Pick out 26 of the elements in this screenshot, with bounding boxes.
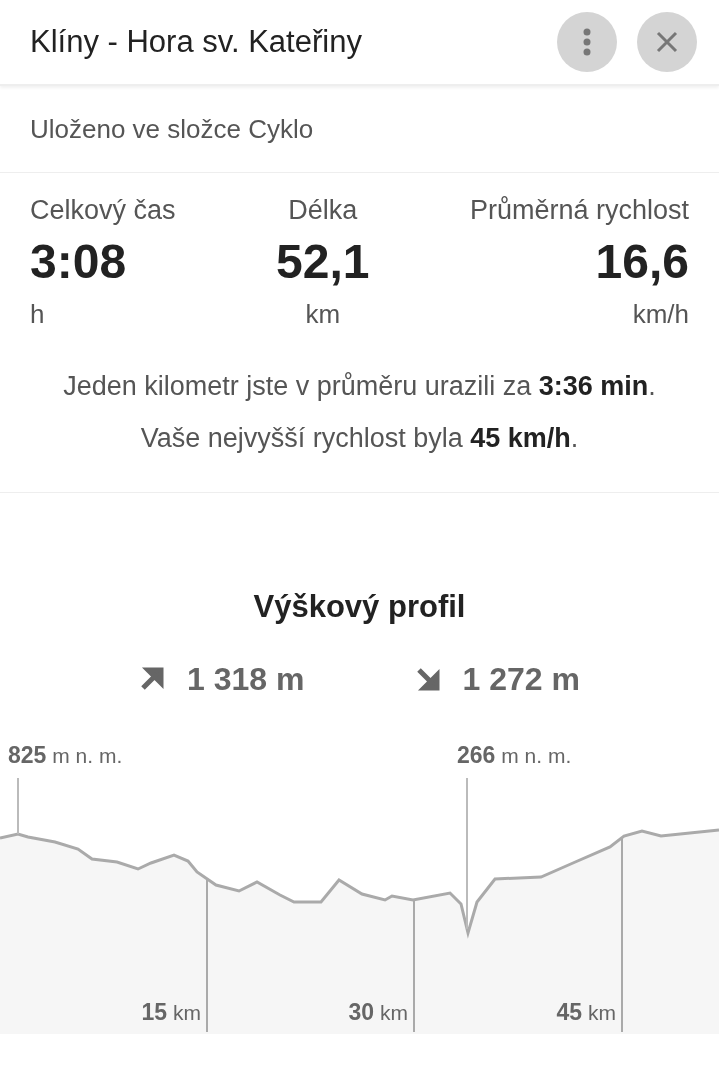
- stat-value: 16,6: [595, 234, 689, 289]
- stat-unit: h: [30, 299, 46, 330]
- ascent-value: 1 318 m: [187, 660, 305, 698]
- summary-text: Jeden kilometr jste v průměru urazili za 3:36 min.: [62, 370, 657, 403]
- more-icon: [582, 28, 592, 56]
- stat-label: Průměrná rychlost: [469, 195, 689, 226]
- distance-label: 15 km: [141, 998, 201, 1026]
- stat-unit: km/h: [632, 299, 689, 330]
- route-title: Klíny - Hora sv. Kateřiny: [30, 24, 363, 60]
- stat-unit: km: [305, 299, 341, 330]
- arrow-down-right-icon: [414, 666, 441, 693]
- section-title: Výškový profil: [253, 588, 466, 624]
- stat-value: 3:08: [30, 234, 128, 289]
- stat-label: Celkový čas: [30, 195, 176, 226]
- close-button[interactable]: [637, 12, 697, 72]
- more-options-button[interactable]: [557, 12, 617, 72]
- distance-label: 45 km: [556, 998, 616, 1026]
- distance-label: 30 km: [348, 998, 408, 1026]
- descent-value: 1 272 m: [462, 660, 580, 698]
- elevation-label: 825 m n. m.: [8, 741, 123, 769]
- close-icon: [656, 31, 678, 53]
- folder-label: Uloženo ve složce Cyklo: [30, 113, 314, 145]
- summary-text: Vaše nejvyšší rychlost byla 45 km/h.: [139, 421, 580, 455]
- stat-value: 52,1: [276, 234, 370, 289]
- stat-label: Délka: [288, 195, 358, 226]
- elevation-label: 266 m n. m.: [457, 741, 572, 769]
